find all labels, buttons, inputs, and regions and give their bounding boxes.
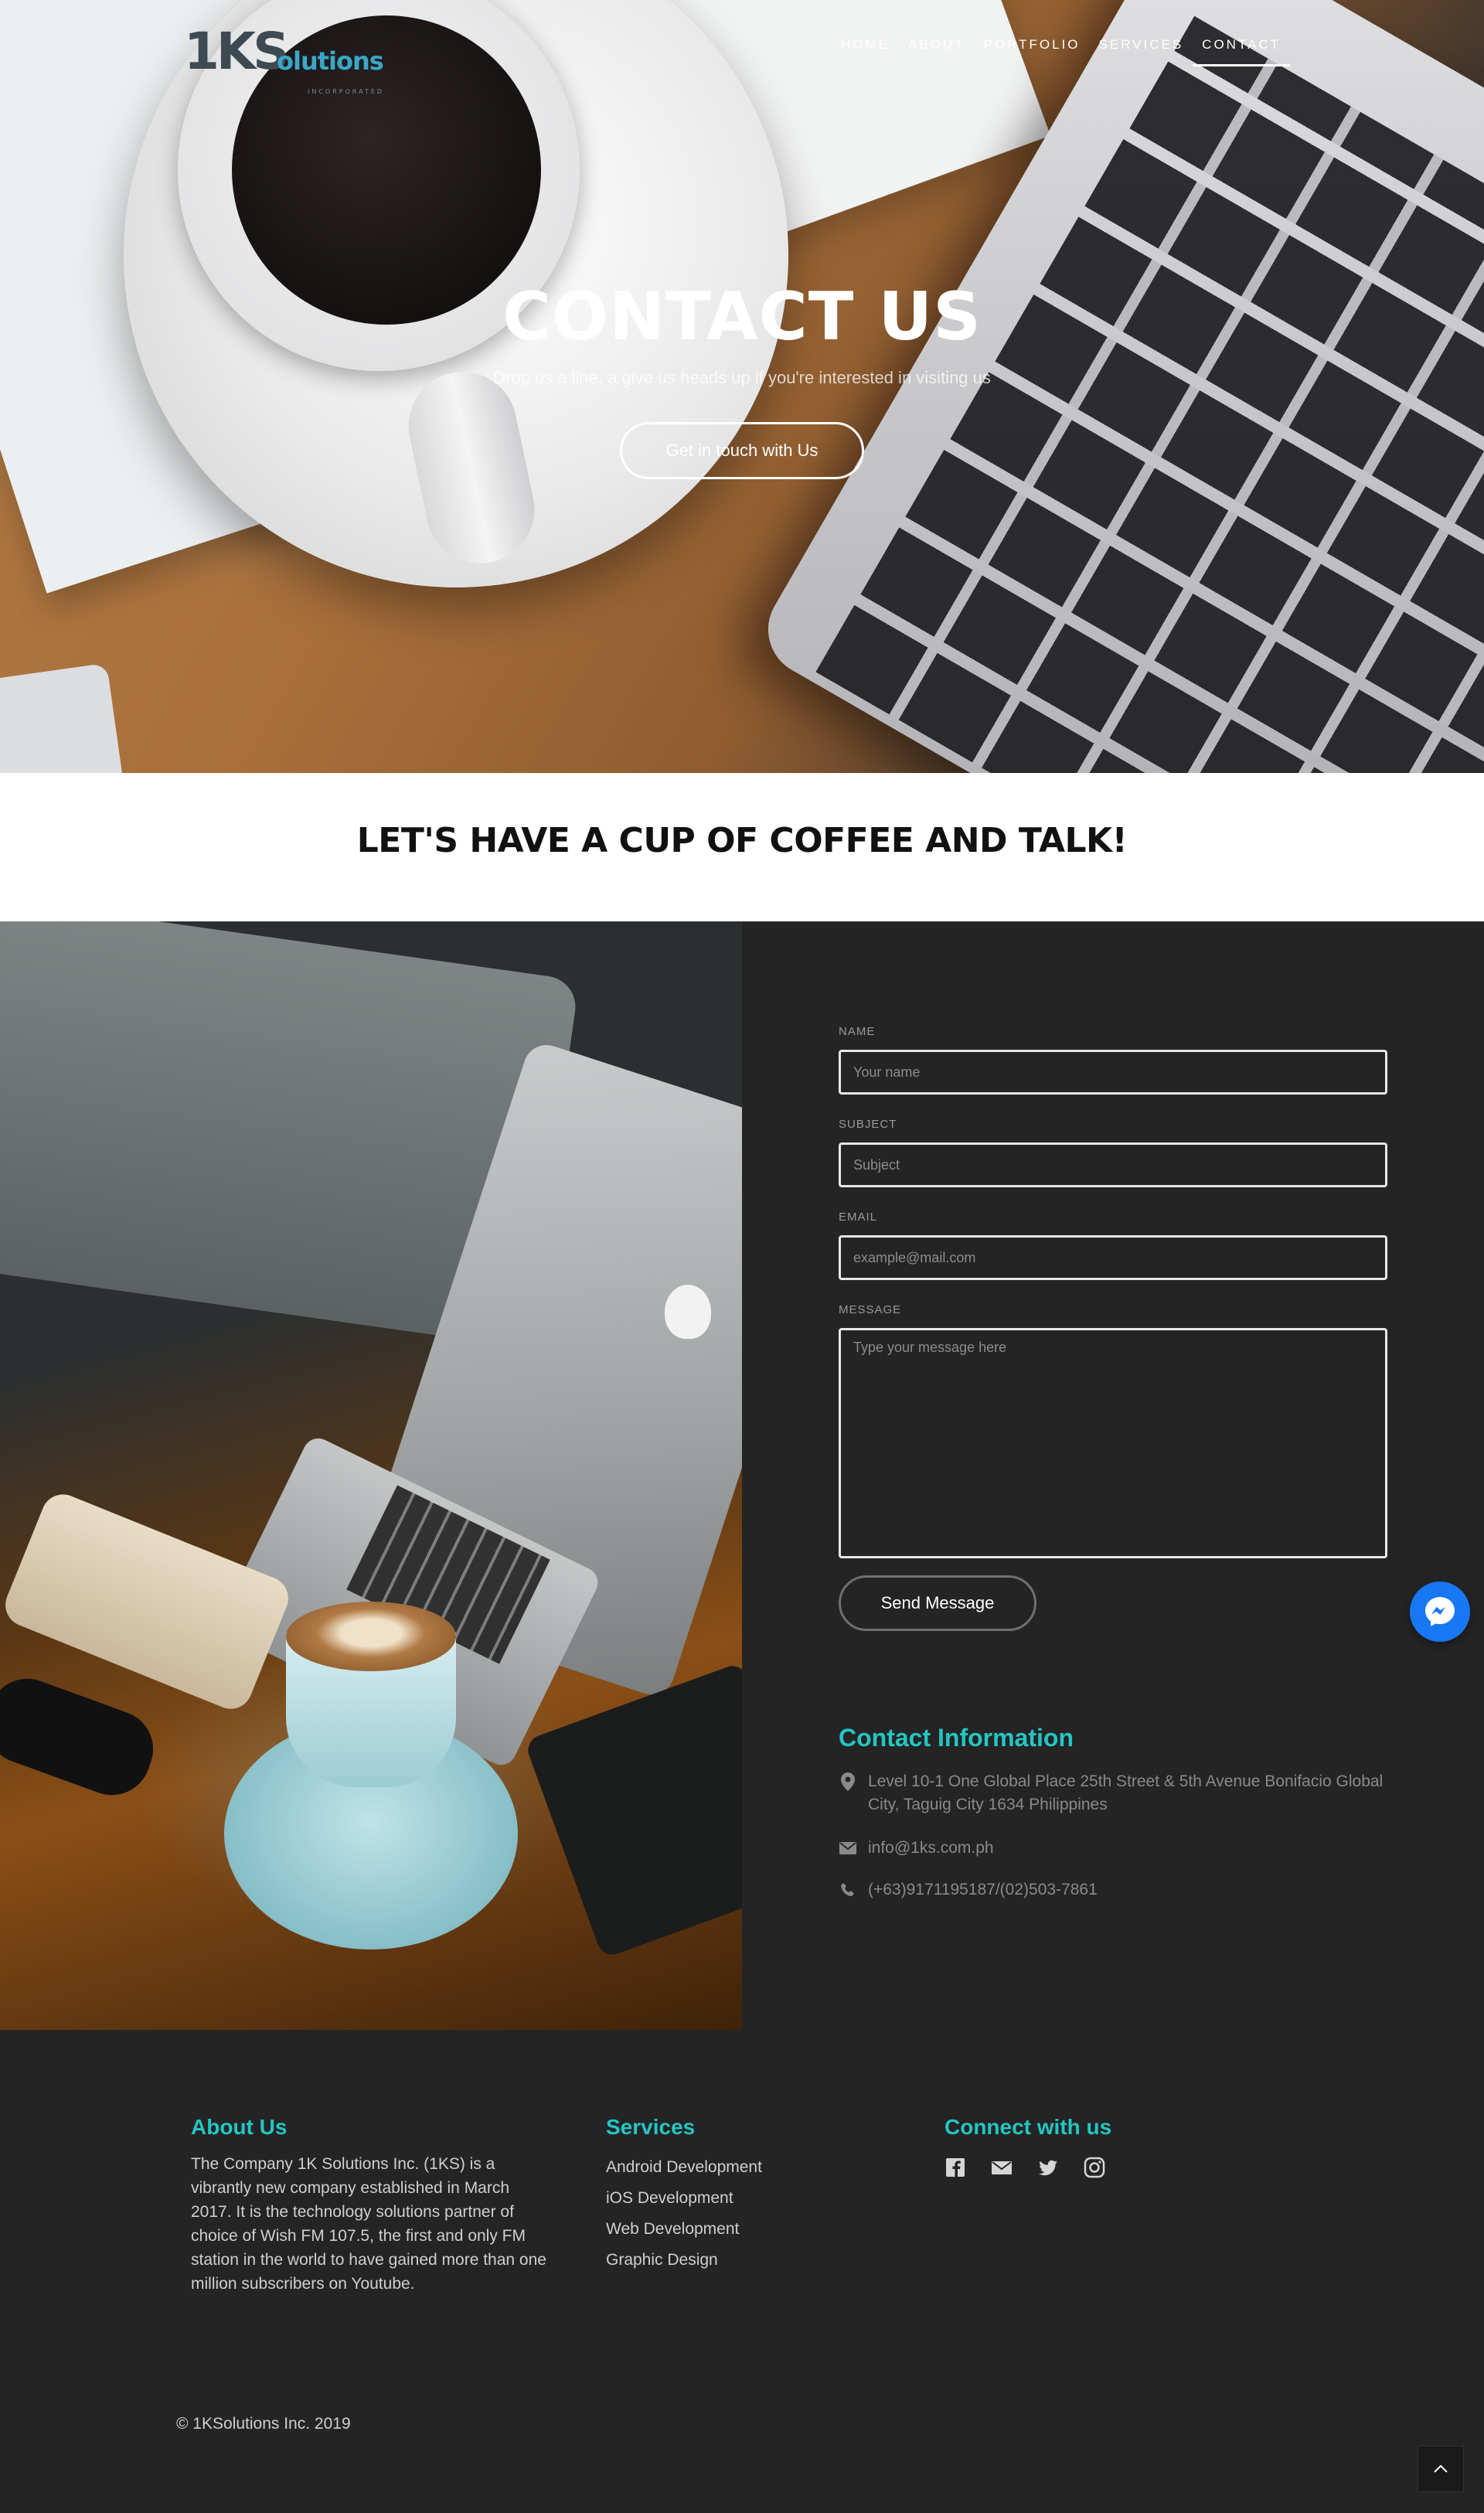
map-pin-icon [839, 1770, 857, 1793]
site-footer: About Us The Company 1K Solutions Inc. (… [0, 2030, 1484, 2513]
subject-label: SUBJECT [839, 1118, 897, 1131]
mail-icon [839, 1837, 857, 1860]
twitter-icon[interactable] [1037, 2157, 1059, 2178]
email-input[interactable] [839, 1235, 1387, 1280]
service-item-android[interactable]: Android Development [606, 2152, 762, 2183]
site-logo[interactable]: 1KS olutions INCORPORATED [184, 22, 400, 96]
logo-tagline: INCORPORATED [308, 88, 385, 95]
message-textarea[interactable] [839, 1328, 1387, 1558]
email-text[interactable]: info@1ks.com.ph [868, 1837, 994, 1860]
services-list: Android Development iOS Development Web … [606, 2152, 762, 2276]
tagline-heading: LET'S HAVE A CUP OF COFFEE AND TALK! [356, 821, 1128, 860]
wallet-image [523, 1661, 742, 1960]
copyright-text: © 1KSolutions Inc. 2019 [176, 2415, 351, 2433]
nav-home[interactable]: HOME [832, 36, 899, 66]
phone-row: (+63)9171195187/(02)503-7861 [839, 1878, 1387, 1902]
nav-services[interactable]: SERVICES [1090, 36, 1193, 66]
page-title: CONTACT US [502, 278, 982, 356]
logo-mark: 1KS [184, 22, 290, 81]
get-in-touch-button[interactable]: Get in touch with Us [620, 422, 864, 479]
address-text: Level 10-1 One Global Place 25th Street … [868, 1772, 1384, 1813]
service-item-ios[interactable]: iOS Development [606, 2183, 762, 2214]
email-label: EMAIL [839, 1211, 878, 1224]
services-title: Services [606, 2115, 696, 2139]
hero-subtitle: Drop us a line, a give us heads up if yo… [493, 368, 991, 387]
phone-text[interactable]: (+63)9171195187/(02)503-7861 [868, 1878, 1098, 1902]
hero-section: 1KS olutions INCORPORATED HOME ABOUT POR… [0, 0, 1484, 773]
nav-about[interactable]: ABOUT [899, 36, 975, 66]
logo-word: olutions [277, 46, 384, 76]
sunglasses-image [0, 1667, 165, 1806]
service-item-web[interactable]: Web Development [606, 2214, 762, 2245]
message-label: MESSAGE [839, 1303, 902, 1316]
mail-icon[interactable] [991, 2157, 1013, 2178]
facebook-icon[interactable] [945, 2157, 966, 2178]
iphone-image [0, 1487, 295, 1716]
about-title: About Us [191, 2115, 288, 2139]
instagram-icon[interactable] [1084, 2157, 1105, 2178]
connect-title: Connect with us [945, 2115, 1112, 2139]
about-text: The Company 1K Solutions Inc. (1KS) is a… [191, 2155, 546, 2293]
back-to-top-button[interactable] [1418, 2446, 1464, 2492]
apple-logo-icon [665, 1285, 711, 1339]
service-item-graphic[interactable]: Graphic Design [606, 2245, 762, 2276]
contact-section: NAME SUBJECT EMAIL MESSAGE Send Message … [0, 921, 1484, 2030]
messenger-icon [1425, 1597, 1455, 1626]
send-message-button[interactable]: Send Message [839, 1575, 1036, 1631]
address-row: Level 10-1 One Global Place 25th Street … [839, 1770, 1387, 1817]
chevron-up-icon [1434, 2464, 1448, 2473]
nav-portfolio[interactable]: PORTFOLIO [975, 36, 1090, 66]
nav-contact[interactable]: CONTACT [1193, 36, 1291, 66]
contact-info-title: Contact Information [839, 1724, 1074, 1752]
messenger-chat-button[interactable] [1410, 1582, 1470, 1642]
phone-icon [839, 1878, 857, 1902]
subject-input[interactable] [839, 1142, 1387, 1187]
laptop-coffee-photo [0, 921, 742, 2030]
tagline-section: LET'S HAVE A CUP OF COFFEE AND TALK! [0, 773, 1484, 921]
name-label: NAME [839, 1025, 876, 1038]
name-input[interactable] [839, 1050, 1387, 1095]
latte-art-image [286, 1602, 456, 1671]
phone-image [0, 662, 124, 773]
social-links [945, 2157, 1105, 2178]
email-row: info@1ks.com.ph [839, 1837, 1387, 1860]
main-nav: HOME ABOUT PORTFOLIO SERVICES CONTACT [832, 36, 1291, 66]
